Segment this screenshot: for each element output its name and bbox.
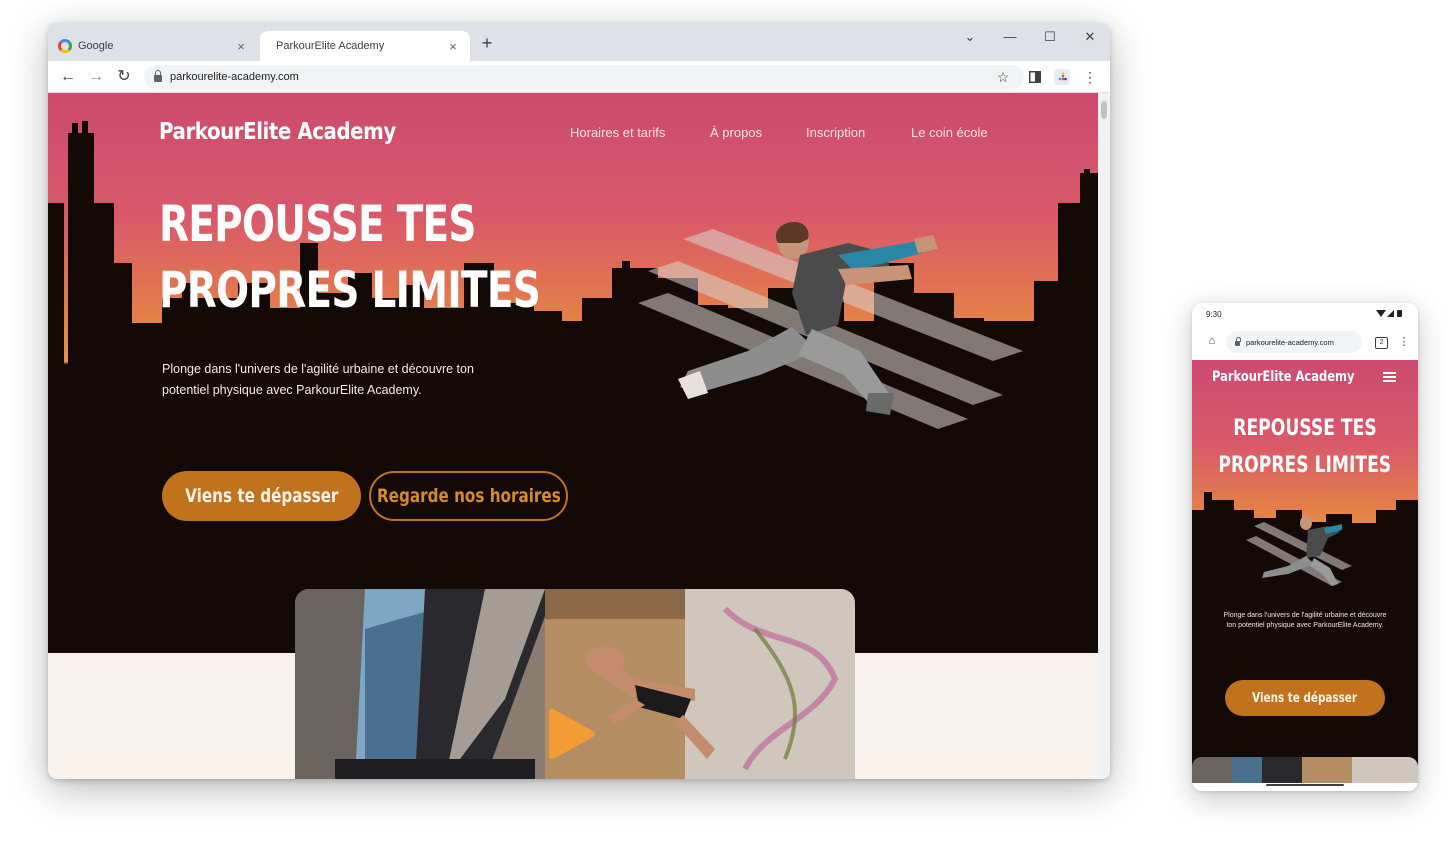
tab-title: Google [78, 40, 114, 52]
side-panel-icon[interactable] [1024, 66, 1046, 88]
signal-battery-icon [1376, 310, 1402, 317]
mobile-url-text: parkourelite-academy.com [1246, 337, 1334, 347]
gesture-home-bar[interactable] [1266, 784, 1344, 786]
home-icon[interactable]: ⌂ [1204, 335, 1220, 347]
close-icon[interactable]: × [446, 39, 460, 54]
hamburger-menu-icon[interactable] [1383, 372, 1396, 382]
mobile-cta-label: Viens te dépasser [1252, 690, 1358, 706]
play-icon[interactable] [547, 705, 597, 763]
browser-menu-icon[interactable]: ⋮ [1079, 66, 1101, 88]
minimize-button[interactable]: — [1000, 29, 1020, 44]
bookmark-star-icon[interactable]: ☆ [992, 66, 1014, 88]
hero-headline-line-1: REPOUSSE TES [159, 195, 476, 253]
hero-lead-text: Plonge dans l'univers de l'agilité urbai… [162, 362, 474, 397]
cta-secondary-label: Regarde nos horaires [376, 485, 561, 507]
mobile-menu-icon[interactable]: ⋮ [1396, 335, 1412, 348]
forward-button[interactable]: → [85, 66, 107, 88]
mobile-address-bar[interactable]: parkourelite-academy.com [1226, 331, 1362, 353]
cta-primary-button[interactable]: Viens te dépasser [162, 471, 361, 521]
nav-link-inscription[interactable]: Inscription [806, 125, 865, 140]
hero-headline-line-2: PROPRES LIMITES [159, 261, 541, 319]
desktop-browser-window: Google × ParkourElite Academy × + ⌄ — ☐ … [48, 23, 1110, 779]
close-icon[interactable]: × [234, 39, 248, 54]
tab-parkourelite[interactable]: ParkourElite Academy × [260, 31, 470, 61]
cta-primary-label: Viens te dépasser [184, 485, 339, 507]
tab-search-icon[interactable]: ⌄ [960, 29, 980, 45]
reload-button[interactable]: ↻ [113, 66, 135, 88]
mobile-promo-video[interactable] [1192, 757, 1418, 783]
page-viewport: ParkourElite Academy Horaires et tarifs … [48, 93, 1098, 779]
address-bar[interactable]: parkourelite-academy.com [144, 65, 1024, 89]
status-time: 9:30 [1206, 310, 1222, 319]
page-scrollbar[interactable] [1098, 93, 1110, 779]
tab-title: ParkourElite Academy [276, 40, 385, 52]
nav-link-coin-ecole[interactable]: Le coin école [911, 125, 988, 140]
nav-link-a-propos[interactable]: À propos [710, 125, 762, 140]
mobile-site-logo[interactable]: ParkourElite Academy [1212, 369, 1354, 385]
mobile-video-thumbnail [1192, 757, 1418, 783]
mobile-headline-text: PROPRES LIMITES [1218, 453, 1392, 478]
extension-icon[interactable] [1051, 66, 1073, 88]
site-logo[interactable]: ParkourElite Academy [159, 119, 396, 145]
lock-icon [1235, 336, 1241, 346]
google-icon [58, 39, 72, 53]
status-bar: 9:30 [1192, 303, 1418, 325]
tab-google[interactable]: Google × [48, 31, 258, 61]
mobile-lead-text: Plonge dans l'univers de l'agilité urbai… [1223, 612, 1387, 629]
promo-video[interactable] [295, 589, 855, 779]
mobile-headline-text: REPOUSSE TES [1233, 416, 1377, 441]
browser-toolbar: ← → ↻ parkourelite-academy.com ☆ ⋮ [48, 61, 1110, 93]
lock-icon [154, 69, 162, 82]
maximize-button[interactable]: ☐ [1040, 29, 1060, 45]
nav-link-horaires[interactable]: Horaires et tarifs [570, 125, 665, 140]
tab-count-button[interactable]: 2 [1375, 337, 1388, 349]
url-text: parkourelite-academy.com [170, 71, 299, 83]
mobile-page-viewport: ParkourElite Academy REPOUSSE TES PROPRE… [1192, 360, 1418, 783]
mobile-headline-line-1: REPOUSSE TES [1192, 416, 1418, 441]
tab-strip: Google × ParkourElite Academy × + ⌄ — ☐ … [48, 23, 1110, 61]
new-tab-button[interactable]: + [478, 33, 496, 54]
mobile-browser: 9:30 ⌂ parkourelite-academy.com ⋮ 2 Park… [1192, 303, 1418, 791]
scrollbar-thumb[interactable] [1101, 101, 1107, 119]
mobile-cta-button[interactable]: Viens te dépasser [1225, 680, 1385, 716]
close-window-button[interactable]: ✕ [1080, 29, 1100, 45]
cta-secondary-button[interactable]: Regarde nos horaires [369, 471, 568, 521]
back-button[interactable]: ← [57, 66, 79, 88]
mobile-headline-line-2: PROPRES LIMITES [1192, 453, 1418, 478]
